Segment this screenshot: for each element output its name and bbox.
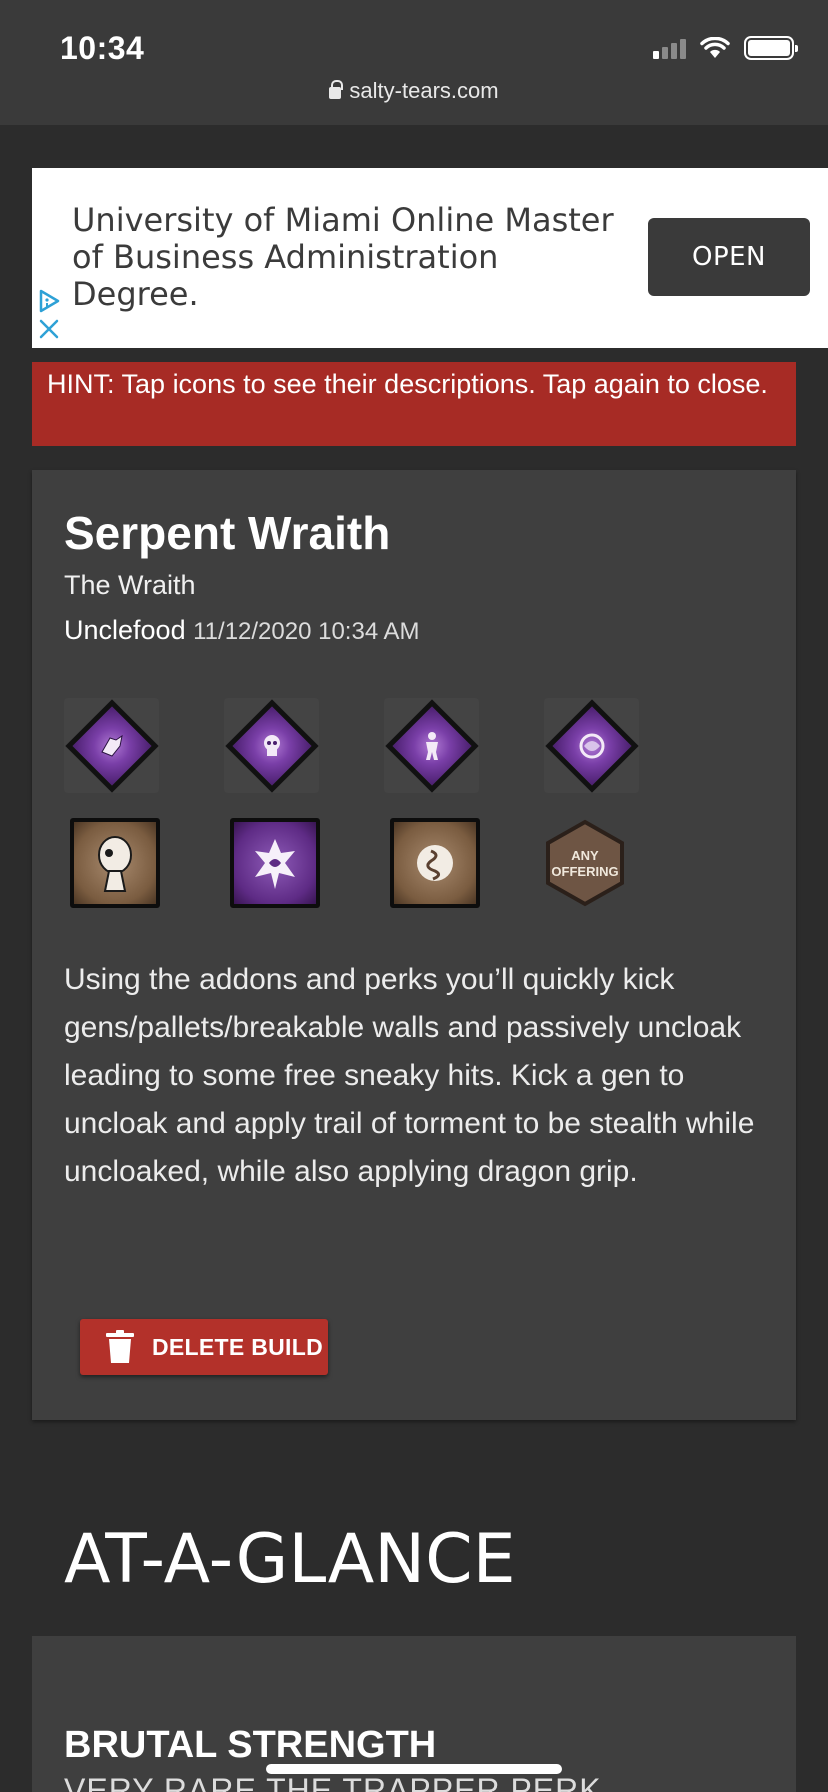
author-name[interactable]: Unclefood: [64, 615, 186, 645]
url-bar[interactable]: salty-tears.com: [0, 78, 828, 104]
battery-icon: [744, 36, 798, 60]
perk-icon-2[interactable]: [224, 698, 319, 793]
bone-skull-icon: [98, 836, 132, 892]
delete-build-label: DELETE BUILD: [152, 1333, 323, 1360]
build-title: Serpent Wraith: [64, 507, 391, 559]
killer-name: The Wraith: [64, 570, 196, 600]
splash-icon: [255, 839, 295, 889]
adchoices-icon[interactable]: [36, 288, 62, 314]
url-text: salty-tears.com: [349, 78, 499, 103]
addon-icon-2[interactable]: [230, 818, 320, 908]
glance-perk-subtitle: VERY RARE THE TRAPPER PERK: [64, 1772, 602, 1792]
addon-icon-3[interactable]: [390, 818, 480, 908]
addon-row: ANY OFFERING: [70, 818, 630, 908]
signal-icon: [653, 37, 686, 59]
ad-banner[interactable]: University of Miami Online Master of Bus…: [32, 168, 828, 348]
perk-icon-1[interactable]: [64, 698, 159, 793]
build-date: 11/12/2020 10:34 AM: [193, 618, 420, 645]
ad-open-button[interactable]: OPEN: [648, 218, 810, 296]
perk-row: [64, 698, 639, 793]
delete-build-button[interactable]: DELETE BUILD: [80, 1319, 328, 1375]
offering-line-2: OFFERING: [551, 864, 619, 879]
perk-icon-3[interactable]: [384, 698, 479, 793]
figure-icon: [425, 731, 438, 760]
perk-icon-4[interactable]: [544, 698, 639, 793]
offering-text: ANY OFFERING: [540, 848, 630, 880]
status-icons: [653, 36, 798, 60]
status-bar: 10:34 salty-tears.com: [0, 0, 828, 125]
build-card: Serpent Wraith The Wraith Unclefood 11/1…: [32, 470, 796, 1420]
status-time: 10:34: [60, 30, 145, 66]
hand-icon: [100, 734, 123, 757]
home-indicator[interactable]: [266, 1764, 562, 1774]
offering-line-1: ANY: [571, 848, 599, 863]
close-icon[interactable]: [38, 318, 60, 340]
hint-banner: HINT: Tap icons to see their description…: [32, 362, 796, 446]
trash-icon: [106, 1330, 134, 1363]
offering-icon[interactable]: ANY OFFERING: [540, 818, 630, 908]
lock-icon: [329, 80, 344, 99]
build-meta: Unclefood 11/12/2020 10:34 AM: [64, 615, 420, 646]
wifi-icon: [700, 37, 730, 58]
glance-heading: AT-A-GLANCE: [64, 1520, 516, 1599]
orb-icon: [579, 733, 604, 758]
serpent-icon: [417, 845, 453, 881]
build-description: Using the addons and perks you’ll quickl…: [64, 963, 755, 1188]
glance-perk-name: BRUTAL STRENGTH: [64, 1724, 437, 1766]
skull-icon: [263, 734, 280, 756]
hint-text: HINT: Tap icons to see their description…: [47, 369, 768, 399]
addon-icon-1[interactable]: [70, 818, 160, 908]
ad-text[interactable]: University of Miami Online Master of Bus…: [72, 202, 632, 313]
